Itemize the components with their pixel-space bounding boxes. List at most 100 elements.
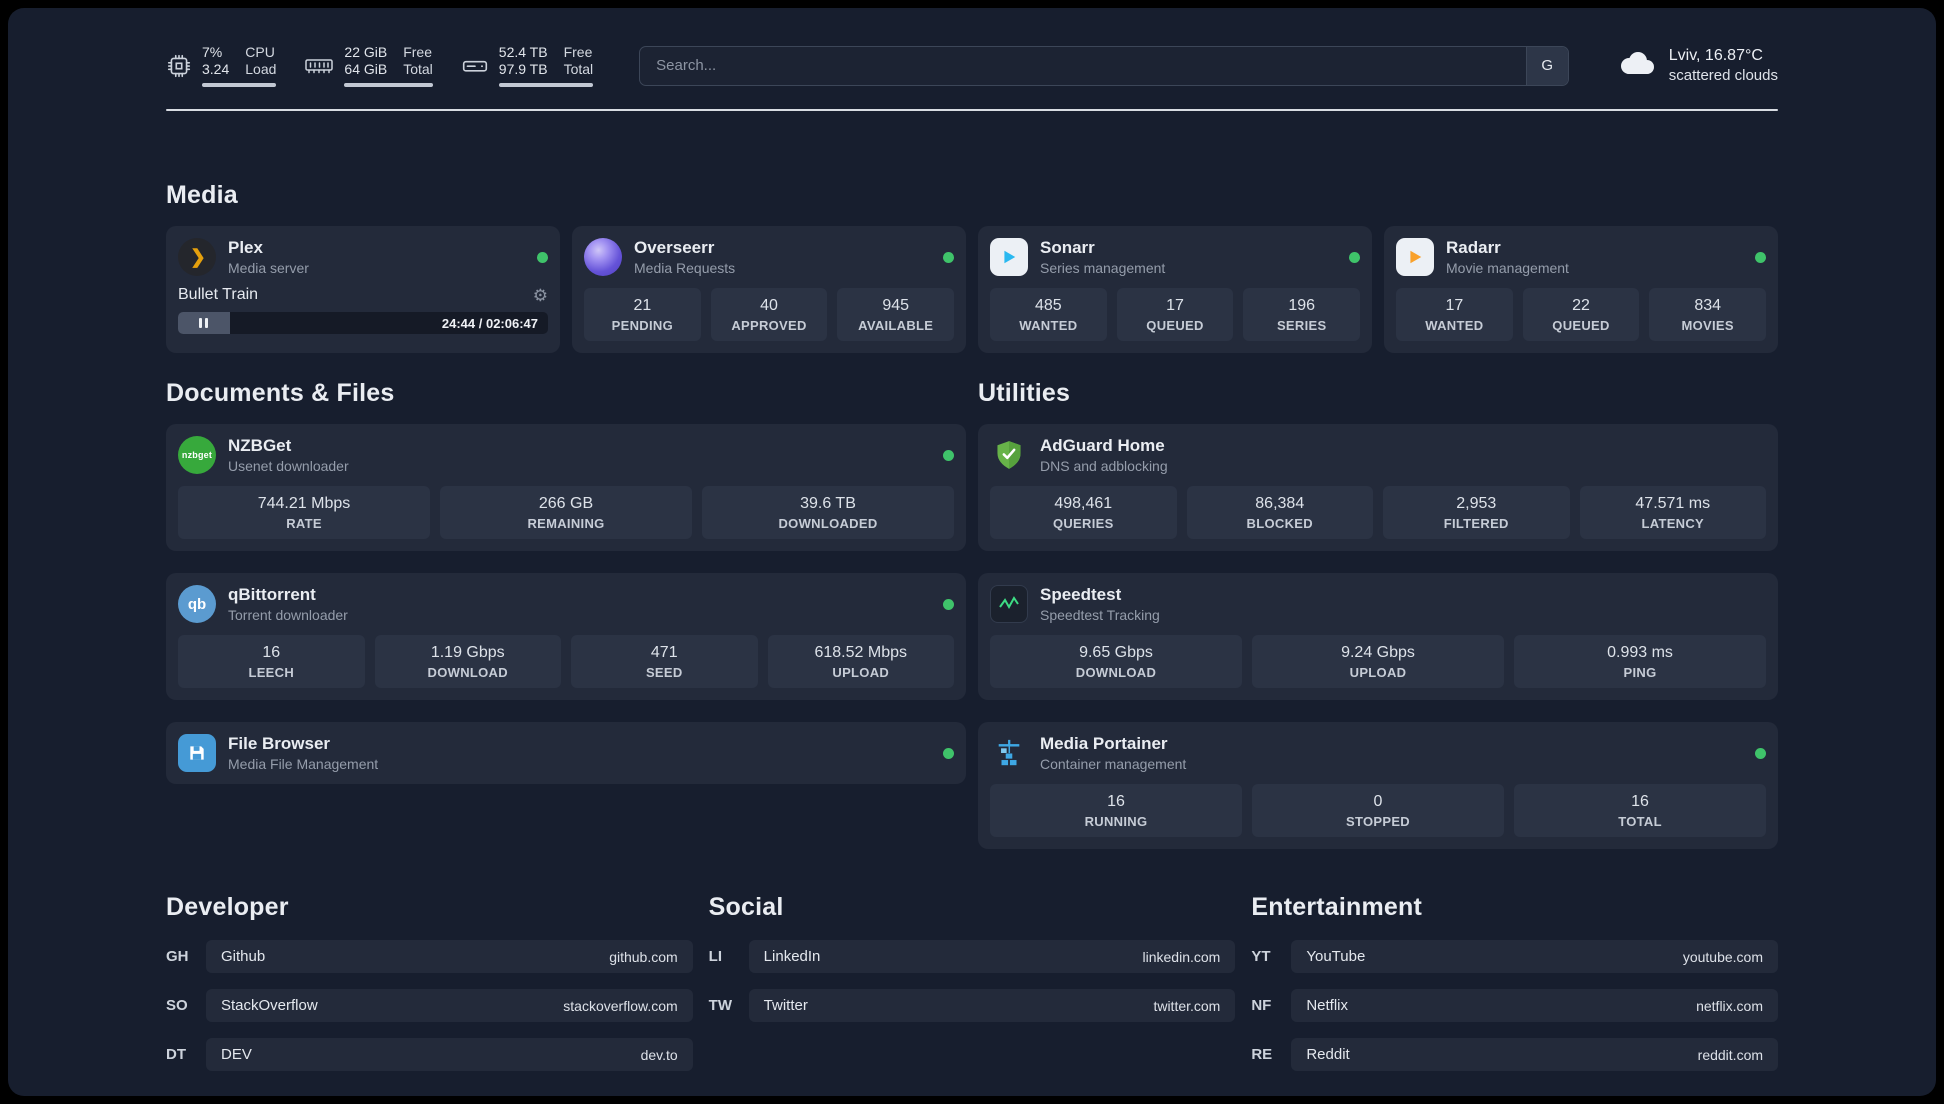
stat-value: 834 (1694, 297, 1722, 314)
app-name: Overseerr (634, 238, 715, 258)
pause-icon[interactable] (199, 318, 209, 328)
link-tag: RE (1251, 1046, 1273, 1063)
stat-label: SEED (645, 665, 683, 680)
stat-value: 485 (1034, 297, 1062, 314)
stat-value: 47.571 ms (1635, 495, 1711, 512)
filebrowser-card[interactable]: File Browser Media File Management (166, 722, 966, 784)
cpu-load-label: Load (245, 61, 277, 77)
speedtest-card-head: Speedtest Speedtest Tracking (990, 585, 1766, 623)
speedtest-card[interactable]: Speedtest Speedtest Tracking 9.65 Gbps D… (978, 573, 1778, 700)
stat-label: PING (1623, 665, 1657, 680)
link-stackoverflow[interactable]: StackOverflow stackoverflow.com (206, 989, 693, 1022)
disk-total-label: Total (563, 61, 594, 77)
portainer-meta: Media Portainer Container management (1040, 734, 1186, 772)
ram-total-label: Total (403, 61, 433, 77)
qbittorrent-meta: qBittorrent Torrent downloader (228, 585, 348, 623)
link-youtube[interactable]: YouTube youtube.com (1291, 940, 1779, 973)
disk-total-value: 97.9 TB (498, 61, 548, 77)
stat-value: 40 (760, 297, 778, 314)
link-github[interactable]: Github github.com (206, 940, 693, 973)
portainer-card[interactable]: Media Portainer Container management 16 … (978, 722, 1778, 849)
stat-label: STOPPED (1346, 814, 1410, 829)
link-reddit[interactable]: Reddit reddit.com (1291, 1038, 1779, 1071)
stat-value: 266 GB (538, 495, 594, 512)
stat-label: PENDING (611, 318, 673, 333)
speedtest-stats: 9.65 Gbps DOWNLOAD 9.24 Gbps UPLOAD 0.99… (990, 635, 1766, 688)
link-linkedin[interactable]: LinkedIn linkedin.com (748, 940, 1236, 973)
sonarr-stats: 485 WANTED 17 QUEUED 196 SERIES (990, 288, 1361, 341)
filebrowser-card-head: File Browser Media File Management (178, 734, 954, 772)
stat-label: RUNNING (1084, 814, 1148, 829)
stat-value: 17 (1445, 297, 1464, 314)
stat-value: 16 (1631, 793, 1649, 810)
cpu-usage-bar (202, 83, 277, 87)
search-input[interactable] (640, 46, 1526, 85)
stat-value: 498,461 (1054, 495, 1113, 512)
stat-box: 16 LEECH (178, 635, 365, 688)
sonarr-icon (990, 238, 1028, 276)
search-engine-button[interactable]: G (1525, 46, 1568, 85)
plex-card[interactable]: ❯ Plex Media server Bullet Train ⚙︎ 24:4… (166, 226, 560, 353)
plex-icon: ❯ (178, 238, 216, 276)
stat-box: 945 AVAILABLE (837, 288, 955, 341)
stat-value: 16 (262, 644, 281, 661)
stat-box: 471 SEED (571, 635, 758, 688)
radarr-card-head: Radarr Movie management (1396, 238, 1766, 276)
stat-label: LEECH (248, 665, 295, 680)
search-bar: G (639, 45, 1569, 86)
dashboard: 7% 3.24 CPU Load 22 GiB 64 GiB Free Tota… (8, 8, 1936, 1096)
header-divider (166, 109, 1778, 111)
overseerr-meta: Overseerr Media Requests (634, 238, 735, 276)
radarr-card[interactable]: Radarr Movie management 17 WANTED 22 QUE… (1384, 226, 1778, 353)
stat-value: 39.6 TB (800, 495, 856, 512)
adguard-card[interactable]: AdGuard Home DNS and adblocking 498,461 … (978, 424, 1778, 551)
link-netflix[interactable]: Netflix netflix.com (1291, 989, 1779, 1022)
stat-label: DOWNLOAD (427, 665, 508, 680)
qbittorrent-icon: qb (178, 585, 216, 623)
stat-value: 0 (1373, 793, 1383, 810)
stat-box: 0.993 ms PING (1514, 635, 1766, 688)
stat-value: 196 (1288, 297, 1316, 314)
now-playing-title: Bullet Train (178, 286, 259, 303)
ram-metric-body: 22 GiB 64 GiB Free Total (344, 44, 433, 87)
stat-label: BLOCKED (1246, 516, 1313, 531)
link-url: youtube.com (1682, 948, 1764, 965)
app-subtitle: Series management (1040, 259, 1166, 276)
link-name: Twitter (763, 997, 808, 1014)
speedtest-icon (990, 585, 1028, 623)
nzbget-meta: NZBGet Usenet downloader (228, 436, 349, 474)
stat-label: FILTERED (1443, 516, 1509, 531)
qbittorrent-card-head: qb qBittorrent Torrent downloader (178, 585, 954, 623)
filebrowser-meta: File Browser Media File Management (228, 734, 378, 772)
app-name: Plex (228, 238, 263, 258)
gear-icon[interactable]: ⚙︎ (533, 287, 548, 304)
plex-meta: Plex Media server (228, 238, 309, 276)
status-dot (943, 251, 954, 263)
disk-free-value: 52.4 TB (498, 44, 548, 60)
stat-value: 471 (650, 644, 678, 661)
status-dot (943, 598, 954, 610)
speedtest-meta: Speedtest Speedtest Tracking (1040, 585, 1160, 623)
status-dot (1349, 251, 1360, 263)
plex-chevron-icon: ❯ (190, 246, 206, 268)
stat-value: 86,384 (1255, 495, 1305, 512)
stat-value: 1.19 Gbps (430, 644, 505, 661)
sonarr-card[interactable]: Sonarr Series management 485 WANTED 17 Q… (978, 226, 1372, 353)
link-url: stackoverflow.com (563, 997, 678, 1014)
overseerr-card[interactable]: Overseerr Media Requests 21 PENDING 40 A… (572, 226, 966, 353)
link-url: github.com (609, 948, 678, 965)
adguard-meta: AdGuard Home DNS and adblocking (1040, 436, 1168, 474)
radarr-stats: 17 WANTED 22 QUEUED 834 MOVIES (1396, 288, 1767, 341)
qbittorrent-card[interactable]: qb qBittorrent Torrent downloader 16 LEE… (166, 573, 966, 700)
stat-label: RATE (286, 516, 322, 531)
stat-label: QUEUED (1146, 318, 1204, 333)
nzbget-card[interactable]: nzbget NZBGet Usenet downloader 744.21 M… (166, 424, 966, 551)
link-dev[interactable]: DEV dev.to (206, 1038, 693, 1071)
link-name: YouTube (1306, 948, 1366, 965)
stat-label: AVAILABLE (858, 318, 934, 333)
app-subtitle: DNS and adblocking (1040, 457, 1168, 474)
link-twitter[interactable]: Twitter twitter.com (748, 989, 1236, 1022)
stat-label: DOWNLOADED (778, 516, 878, 531)
cpu-metric: 7% 3.24 CPU Load (166, 44, 277, 87)
plex-progress-bar[interactable]: 24:44 / 02:06:47 (178, 312, 548, 334)
